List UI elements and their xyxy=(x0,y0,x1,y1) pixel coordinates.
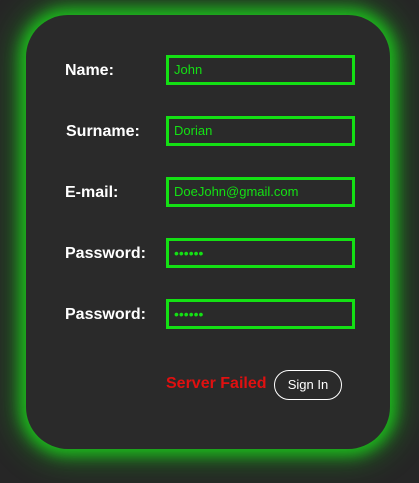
password-input[interactable]: •••••• xyxy=(166,238,355,268)
password-confirm-label: Password: xyxy=(65,306,146,323)
name-label: Name: xyxy=(65,62,114,79)
password-confirm-input[interactable]: •••••• xyxy=(166,299,355,329)
sign-in-button[interactable]: Sign In xyxy=(274,370,342,400)
password-label: Password: xyxy=(65,245,146,262)
signup-form-card: Name: John Surname: Dorian E-mail: DoeJo… xyxy=(26,15,390,449)
surname-input[interactable]: Dorian xyxy=(166,116,355,146)
surname-label: Surname: xyxy=(66,123,140,140)
email-input[interactable]: DoeJohn@gmail.com xyxy=(166,177,355,207)
email-label: E-mail: xyxy=(65,184,119,201)
name-input[interactable]: John xyxy=(166,55,355,85)
status-message: Server Failed xyxy=(166,375,267,392)
